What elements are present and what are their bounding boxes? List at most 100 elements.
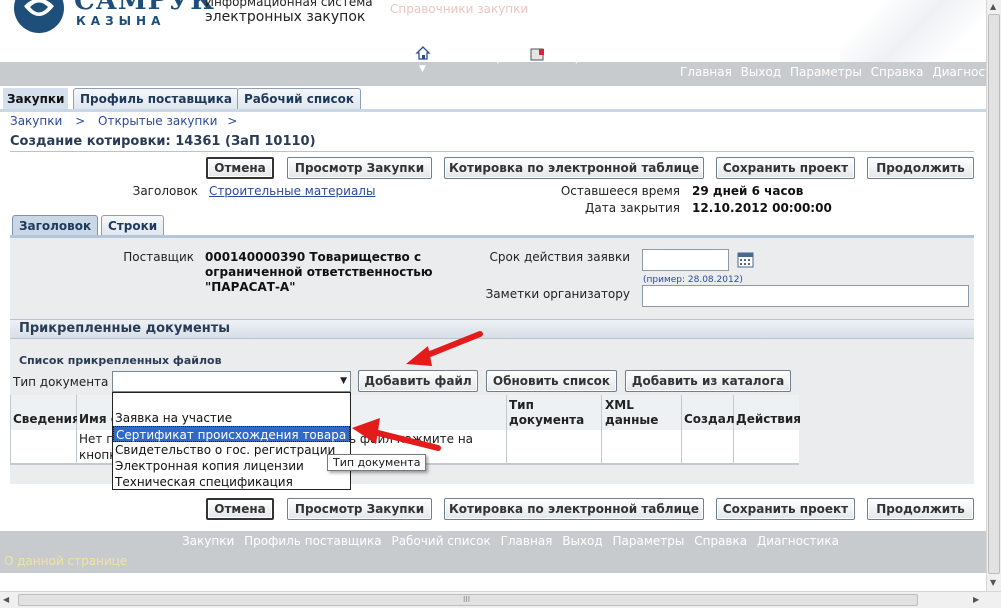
column-header-details: Сведения — [11, 395, 80, 430]
continue-button[interactable]: Продолжить — [867, 157, 974, 179]
cancel-button-bottom[interactable]: Отмена — [206, 498, 274, 520]
save-draft-button-bottom[interactable]: Сохранить проект — [716, 498, 855, 520]
continue-button-bottom[interactable]: Продолжить — [867, 498, 974, 520]
table-cell — [734, 430, 799, 464]
scroll-down-icon[interactable]: ▼ — [990, 578, 996, 587]
system-name-line2: электронных закупок — [205, 9, 366, 25]
samruk-emblem-icon — [14, 0, 64, 33]
global-links: Главная Выход Параметры Справка Диагност… — [680, 65, 1000, 79]
spreadsheet-quote-button[interactable]: Котировка по электронной таблице — [444, 157, 704, 179]
footer-link-supplier-profile[interactable]: Профиль поставщика — [244, 534, 382, 548]
home-icon — [415, 46, 431, 60]
validity-hint: (пример: 28.08.2012) — [643, 275, 743, 285]
tab-worklist[interactable]: Рабочий список — [237, 88, 362, 109]
column-header-actions: Действия — [734, 395, 801, 430]
global-link-logout[interactable]: Выход — [741, 65, 781, 79]
faded-header-text: Справочники закупки — [390, 2, 529, 16]
table-cell — [602, 430, 682, 464]
horizontal-scroll-thumb[interactable]: III — [18, 594, 918, 606]
about-page-link[interactable]: О данной странице — [4, 554, 127, 568]
table-cell — [682, 430, 734, 464]
cancel-button[interactable]: Отмена — [206, 157, 274, 179]
annotation-arrow-add-file — [406, 331, 483, 366]
vertical-scrollbar[interactable]: ▲ ▼ — [986, 0, 1001, 591]
scroll-grip: III — [463, 595, 471, 604]
global-link-help[interactable]: Справка — [871, 65, 924, 79]
calendar-icon[interactable] — [737, 251, 755, 269]
global-link-home[interactable]: Главная — [680, 65, 732, 79]
favorites-menu[interactable]: Избранное — [530, 47, 630, 65]
logo-line2: КАЗЫНА — [76, 14, 166, 28]
heading-label: Заголовок — [132, 184, 198, 198]
add-from-catalog-button[interactable]: Добавить из каталога — [625, 370, 791, 392]
dropdown-option-tech-spec[interactable]: Техническая спецификация — [113, 474, 350, 490]
supplier-value: 000140000390 Товарищество с ограниченной… — [205, 250, 433, 294]
remaining-time-label: Оставшееся время — [560, 184, 680, 198]
dropdown-option-empty[interactable] — [113, 394, 350, 410]
tab-procurement[interactable]: Закупки — [3, 88, 69, 109]
heading-value-link[interactable]: Строительные материалы — [209, 184, 375, 198]
scroll-left-icon[interactable]: ◀ — [3, 595, 9, 604]
breadcrumb-separator: > — [75, 114, 86, 128]
view-procurement-button-bottom[interactable]: Просмотр Закупки — [287, 498, 432, 520]
footer-link-logout[interactable]: Выход — [562, 534, 602, 548]
scroll-up-icon[interactable]: ▲ — [990, 2, 996, 11]
save-draft-button[interactable]: Сохранить проект — [716, 157, 855, 179]
validity-label: Срок действия заявки — [489, 250, 630, 264]
horizontal-scrollbar[interactable]: ◀ III ▶ — [0, 591, 1001, 608]
doc-type-label: Тип документа — [13, 375, 109, 389]
title-divider — [10, 151, 974, 152]
page-title: Создание котировки: 14361 (ЗаП 10110) — [10, 134, 316, 149]
navigator-label: Навигатор — [437, 50, 504, 64]
notes-input[interactable] — [642, 285, 969, 307]
footer-link-preferences[interactable]: Параметры — [613, 534, 685, 548]
scroll-right-icon[interactable]: ▶ — [973, 595, 979, 604]
vertical-scroll-thumb[interactable] — [988, 14, 1000, 574]
dropdown-option-certificate[interactable]: Сертификат происхождения товара — [113, 426, 350, 442]
notes-label: Заметки организатору — [485, 287, 630, 301]
column-header-created-by: Создал — [682, 395, 735, 430]
refresh-list-button[interactable]: Обновить список — [486, 370, 617, 392]
footer-link-worklist[interactable]: Рабочий список — [391, 534, 490, 548]
footer-link-help[interactable]: Справка — [694, 534, 747, 548]
remaining-time-value: 29 дней 6 часов — [692, 184, 804, 198]
tab-supplier-profile[interactable]: Профиль поставщика — [73, 88, 239, 109]
empty-message-part1: Нет п — [79, 432, 115, 446]
view-procurement-button[interactable]: Просмотр Закупки — [287, 157, 432, 179]
add-file-button[interactable]: Добавить файл — [358, 370, 478, 392]
validity-date-input[interactable] — [642, 249, 729, 271]
spreadsheet-quote-button-bottom[interactable]: Котировка по электронной таблице — [444, 498, 704, 520]
column-header-doc-type: Тип документа — [507, 395, 602, 430]
attachments-list-title: Список прикрепленных файлов — [19, 354, 222, 367]
header-decoration — [840, 0, 986, 62]
breadcrumb-open-procurements[interactable]: Открытые закупки — [98, 114, 217, 128]
footer-links: Закупки Профиль поставщика Рабочий списо… — [182, 534, 845, 548]
annotation-arrow-certificate — [352, 418, 441, 451]
footer-link-diagnostics[interactable]: Диагностика — [757, 534, 839, 548]
favorites-label: Избранное — [552, 50, 621, 64]
attachments-section-title: Прикрепленные документы — [19, 321, 231, 336]
breadcrumb-procurement[interactable]: Закупки — [10, 114, 62, 128]
system-name-line1: Информационная система — [205, 0, 373, 9]
subtab-lines[interactable]: Строки — [101, 215, 165, 236]
column-header-xml: XML данные — [602, 395, 682, 430]
dropdown-option-application[interactable]: Заявка на участие — [113, 410, 350, 426]
footer-link-home[interactable]: Главная — [501, 534, 553, 548]
chevron-down-icon: ▼ — [501, 48, 509, 59]
global-link-preferences[interactable]: Параметры — [790, 65, 862, 79]
footer-link-procurement[interactable]: Закупки — [182, 534, 234, 548]
dropdown-option-license[interactable]: Электронная копия лицензии — [113, 458, 350, 474]
table-cell — [507, 430, 602, 464]
table-cell — [11, 430, 77, 464]
breadcrumb: Закупки > Открытые закупки > — [10, 114, 243, 128]
navigator-menu[interactable]: Навигатор ▼ ▼ — [412, 44, 512, 74]
subtab-header[interactable]: Заголовок — [12, 215, 99, 236]
tab-underline — [0, 109, 986, 112]
dropdown-option-registration[interactable]: Свидетельство о гос. регистрации — [113, 442, 350, 458]
caret-down-icon: ▼ — [419, 64, 426, 74]
empty-message-part2: кнопк — [79, 448, 117, 462]
close-date-label: Дата закрытия — [585, 201, 680, 215]
favorites-icon — [530, 48, 544, 61]
doc-type-select[interactable]: ▼ — [112, 371, 351, 392]
breadcrumb-separator: > — [227, 114, 238, 128]
